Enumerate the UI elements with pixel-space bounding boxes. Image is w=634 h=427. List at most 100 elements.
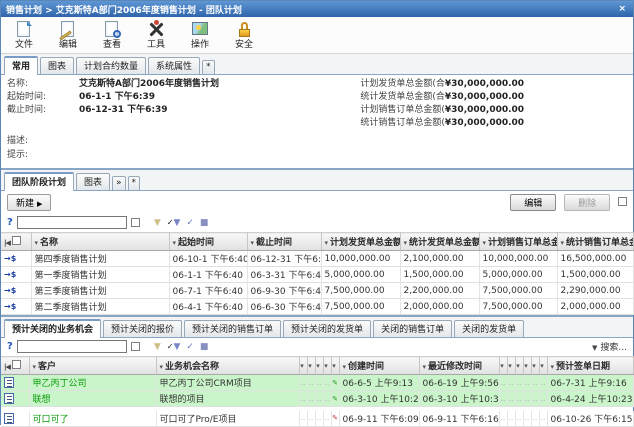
- plan-filter-input[interactable]: [17, 216, 127, 229]
- opps-select-all-checkbox[interactable]: [12, 360, 21, 369]
- filter-funnel-icon[interactable]: ▼: [154, 218, 161, 228]
- sort-arrow-icon: ▾: [508, 362, 512, 370]
- tab-more[interactable]: *: [202, 60, 215, 74]
- tab-team-stage-plan[interactable]: 团队阶段计划: [4, 172, 74, 191]
- col-header-modified-time[interactable]: ▾最近修改时间: [419, 357, 499, 375]
- plan-table-row[interactable]: →$ 第四季度销售计划 06-10-1 下午6:40 06-12-31 下午6:…: [1, 251, 633, 267]
- customer-link[interactable]: 甲乙丙丁公司: [33, 379, 87, 389]
- col-header-created-time[interactable]: ▾创建时间: [339, 357, 419, 375]
- col-header-customer[interactable]: ▾客户: [29, 357, 156, 375]
- tab-chart[interactable]: 图表: [40, 57, 74, 74]
- tab-system-properties[interactable]: 系统属性: [148, 57, 200, 74]
- window-title-bar: 销售计划 > 艾克斯特A部门2006年度销售计划 - 团队计划 ×: [1, 1, 633, 17]
- col-header-end-time[interactable]: ▾截止时间: [247, 233, 321, 251]
- sort-arrow-icon: ▾: [343, 363, 347, 371]
- opportunity-row[interactable]: 联想 联想的项目 .. .. .. .. ✎ 06-3-10 上午10:25 0…: [1, 391, 633, 407]
- help-icon[interactable]: ?: [7, 341, 13, 352]
- filter-check-icon[interactable]: ✓: [186, 342, 194, 352]
- opps-filter-input[interactable]: [17, 340, 127, 353]
- opps-filter-checkbox[interactable]: [131, 342, 140, 351]
- team-stage-plan-section: 团队阶段计划 图表 » * 新建▶ 编辑 删除 ? ▼ ✓▼ ✓ ■: [1, 170, 633, 317]
- name-label: 名称:: [7, 78, 79, 91]
- col-header-expected-sign-date[interactable]: ▾预计签单日期: [547, 357, 633, 375]
- col-header-narrow[interactable]: ▾: [323, 357, 331, 375]
- filter-square-icon[interactable]: ■: [200, 342, 209, 352]
- toolbar-security-button[interactable]: 安全: [227, 19, 261, 52]
- new-button[interactable]: 新建▶: [7, 194, 51, 211]
- customer-link[interactable]: 可口可了: [33, 415, 69, 425]
- toolbar-tools-button[interactable]: 工具: [139, 19, 173, 52]
- toolbar-actions-button[interactable]: 操作: [183, 19, 217, 52]
- col-header-planned-delivery-total[interactable]: ▾计划发货单总金额: [321, 233, 400, 251]
- delete-button[interactable]: 删除: [564, 194, 610, 211]
- search-dropdown[interactable]: ▼搜索...: [592, 340, 627, 353]
- col-header-opportunity-name[interactable]: ▾业务机会名称: [156, 357, 299, 375]
- plan-name-cell[interactable]: 第二季度销售计划: [31, 299, 169, 315]
- col-header-start-time[interactable]: ▾起始时间: [169, 233, 247, 251]
- customer-link[interactable]: 联想: [33, 395, 51, 405]
- tab-plan-overflow[interactable]: »: [112, 176, 126, 190]
- plan-name-cell[interactable]: 第四季度销售计划: [31, 251, 169, 267]
- sort-arrow-icon: ▾: [300, 362, 304, 370]
- plan-name-cell[interactable]: 第一季度销售计划: [31, 267, 169, 283]
- filter-apply-icon[interactable]: ✓▼: [167, 342, 181, 352]
- col-header-narrow[interactable]: ▾: [307, 357, 315, 375]
- col-header-stat-sales-total[interactable]: ▾统计销售订单总金: [557, 233, 633, 251]
- view-icon: [101, 19, 123, 40]
- plan-name-cell[interactable]: 第三季度销售计划: [31, 283, 169, 299]
- start-time-label: 起始时间:: [7, 91, 79, 104]
- col-header-narrow[interactable]: ▾: [539, 357, 547, 375]
- plan-filter-checkbox[interactable]: [131, 218, 140, 227]
- toolbar-view-button[interactable]: 查看: [95, 19, 129, 52]
- filter-check-icon[interactable]: ✓: [186, 218, 194, 228]
- opportunity-row[interactable]: 甲乙丙丁公司 甲乙丙丁公司CRM项目 .. .. .. .. ✎ 06-6-5 …: [1, 375, 633, 391]
- plan-table-row[interactable]: →$ 第二季度销售计划 06-4-1 下午6:40 06-6-30 下午6:41…: [1, 299, 633, 315]
- tab-expected-close-quotes[interactable]: 预计关闭的报价: [103, 320, 182, 337]
- col-header-name[interactable]: ▾名称: [31, 233, 169, 251]
- tab-expected-close-delivery-orders[interactable]: 预计关闭的发货单: [283, 320, 371, 337]
- plan-select-checkbox[interactable]: [618, 197, 627, 206]
- tab-plan-more[interactable]: *: [128, 176, 141, 190]
- toolbar-edit-button[interactable]: 编辑: [51, 19, 85, 52]
- filter-square-icon[interactable]: ■: [200, 218, 209, 228]
- opportunity-row[interactable]: 可口可了 可口可了Pro/E项目 .. .. .. .. ✎ 06-9-11 下…: [1, 411, 633, 427]
- plan-select-all-checkbox[interactable]: [12, 236, 21, 245]
- close-icon[interactable]: ×: [616, 4, 628, 14]
- edit-button[interactable]: 编辑: [510, 194, 556, 211]
- tab-plan-contract-qty[interactable]: 计划合约数量: [76, 57, 146, 74]
- col-header-stat-delivery-total[interactable]: ▾统计发货单总金额: [400, 233, 479, 251]
- col-header-narrow[interactable]: ▾: [515, 357, 523, 375]
- tab-expected-close-sales-orders[interactable]: 预计关闭的销售订单: [184, 320, 281, 337]
- col-header-planned-sales-total[interactable]: ▾计划销售订单总金: [479, 233, 557, 251]
- help-icon[interactable]: ?: [7, 217, 13, 228]
- toolbar-view-label: 查看: [103, 40, 121, 51]
- toolbar-file-button[interactable]: 文件: [7, 19, 41, 52]
- overview-left-fields: 名称:艾克斯特A部门2006年度销售计划 起始时间:06-1-1 下午6:39 …: [7, 78, 360, 130]
- col-header-narrow[interactable]: ▾: [523, 357, 531, 375]
- col-header-narrow[interactable]: ▾: [331, 357, 339, 375]
- tab-plan-chart[interactable]: 图表: [76, 173, 110, 190]
- plan-table-row[interactable]: →$ 第三季度销售计划 06-7-1 下午6:40 06-9-30 下午6:41…: [1, 283, 633, 299]
- row-icon-cell: →$: [1, 299, 31, 315]
- tab-closed-delivery-orders[interactable]: 关闭的发货单: [454, 320, 524, 337]
- file-icon: [13, 19, 35, 40]
- sort-arrow-icon: ▾: [251, 239, 255, 247]
- col-header-narrow[interactable]: ▾: [499, 357, 507, 375]
- filter-funnel-icon[interactable]: ▼: [154, 342, 161, 352]
- col-header-narrow[interactable]: ▾: [315, 357, 323, 375]
- pencil-icon: ✎: [332, 395, 338, 403]
- window-title: 销售计划 > 艾克斯特A部门2006年度销售计划 - 团队计划: [6, 3, 242, 16]
- plan-select-all-header[interactable]: |◀: [1, 233, 31, 251]
- col-header-narrow[interactable]: ▾: [507, 357, 515, 375]
- filter-apply-icon[interactable]: ✓▼: [167, 218, 181, 228]
- sort-arrow-icon: ▾: [423, 363, 427, 371]
- col-header-narrow[interactable]: ▾: [531, 357, 539, 375]
- planned-delivery-total-value: ¥30,000,000.00: [445, 78, 524, 91]
- tab-common[interactable]: 常用: [4, 56, 38, 75]
- tab-closed-sales-orders[interactable]: 关闭的销售订单: [373, 320, 452, 337]
- opps-select-all-header[interactable]: |◀: [1, 357, 29, 375]
- col-header-narrow[interactable]: ▾: [299, 357, 307, 375]
- tools-icon: [145, 19, 167, 40]
- tab-expected-close-opportunities[interactable]: 预计关闭的业务机会: [4, 319, 101, 338]
- plan-table-row[interactable]: →$ 第一季度销售计划 06-1-1 下午6:40 06-3-31 下午6:41…: [1, 267, 633, 283]
